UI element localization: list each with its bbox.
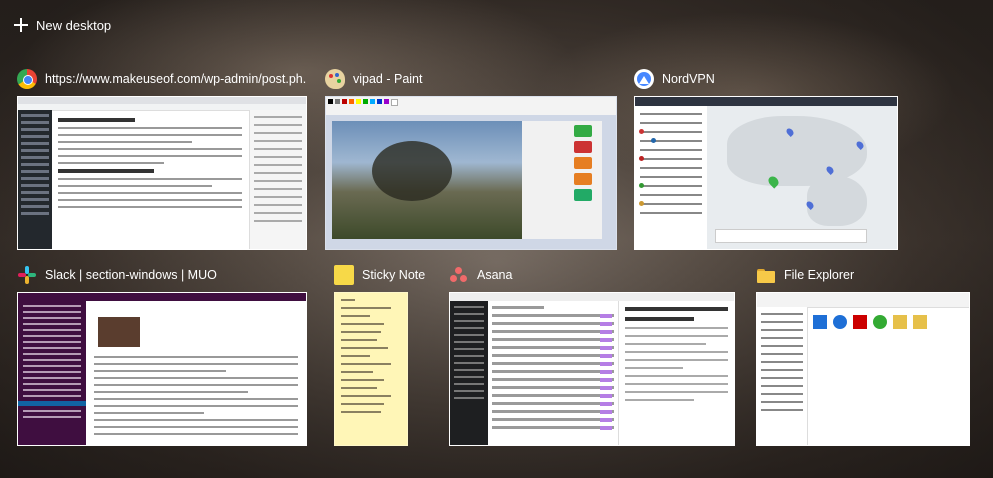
window-chrome[interactable]: https://www.makeuseof.com/wp-admin/post.… [17, 68, 307, 250]
folder-icon [756, 265, 776, 285]
window-nordvpn[interactable]: NordVPN [634, 68, 898, 250]
window-header: vipad - Paint [325, 68, 617, 90]
window-paint[interactable]: vipad - Paint [325, 68, 617, 250]
window-thumbnail[interactable] [756, 292, 970, 446]
new-desktop-button[interactable]: New desktop [14, 14, 111, 36]
asana-icon [449, 265, 469, 285]
new-desktop-label: New desktop [36, 17, 112, 33]
window-header: https://www.makeuseof.com/wp-admin/post.… [17, 68, 307, 90]
window-sticky-note[interactable]: Sticky Note [334, 264, 434, 446]
window-header: Sticky Note [334, 264, 434, 286]
sticky-note-icon [334, 265, 354, 285]
plus-icon [14, 18, 28, 32]
window-header: File Explorer [756, 264, 970, 286]
window-title: Sticky Note [362, 268, 426, 282]
window-header: NordVPN [634, 68, 898, 90]
window-title: Asana [477, 268, 513, 282]
nordvpn-icon [634, 69, 654, 89]
window-title: Slack | section-windows | MUO [45, 268, 217, 282]
chrome-icon [17, 69, 37, 89]
window-thumbnail[interactable] [325, 96, 617, 250]
window-title: vipad - Paint [353, 72, 423, 86]
slack-icon [17, 265, 37, 285]
window-title: NordVPN [662, 72, 715, 86]
window-file-explorer[interactable]: File Explorer [756, 264, 970, 446]
paint-icon [325, 69, 345, 89]
window-title: https://www.makeuseof.com/wp-admin/post.… [45, 72, 307, 86]
window-asana[interactable]: Asana [449, 264, 735, 446]
window-slack[interactable]: Slack | section-windows | MUO [17, 264, 307, 446]
window-thumbnail[interactable] [334, 292, 408, 446]
window-header: Asana [449, 264, 735, 286]
window-thumbnail[interactable] [449, 292, 735, 446]
window-title: File Explorer [784, 268, 855, 282]
window-thumbnail[interactable] [17, 292, 307, 446]
window-thumbnail[interactable] [634, 96, 898, 250]
window-thumbnail[interactable] [17, 96, 307, 250]
window-header: Slack | section-windows | MUO [17, 264, 307, 286]
